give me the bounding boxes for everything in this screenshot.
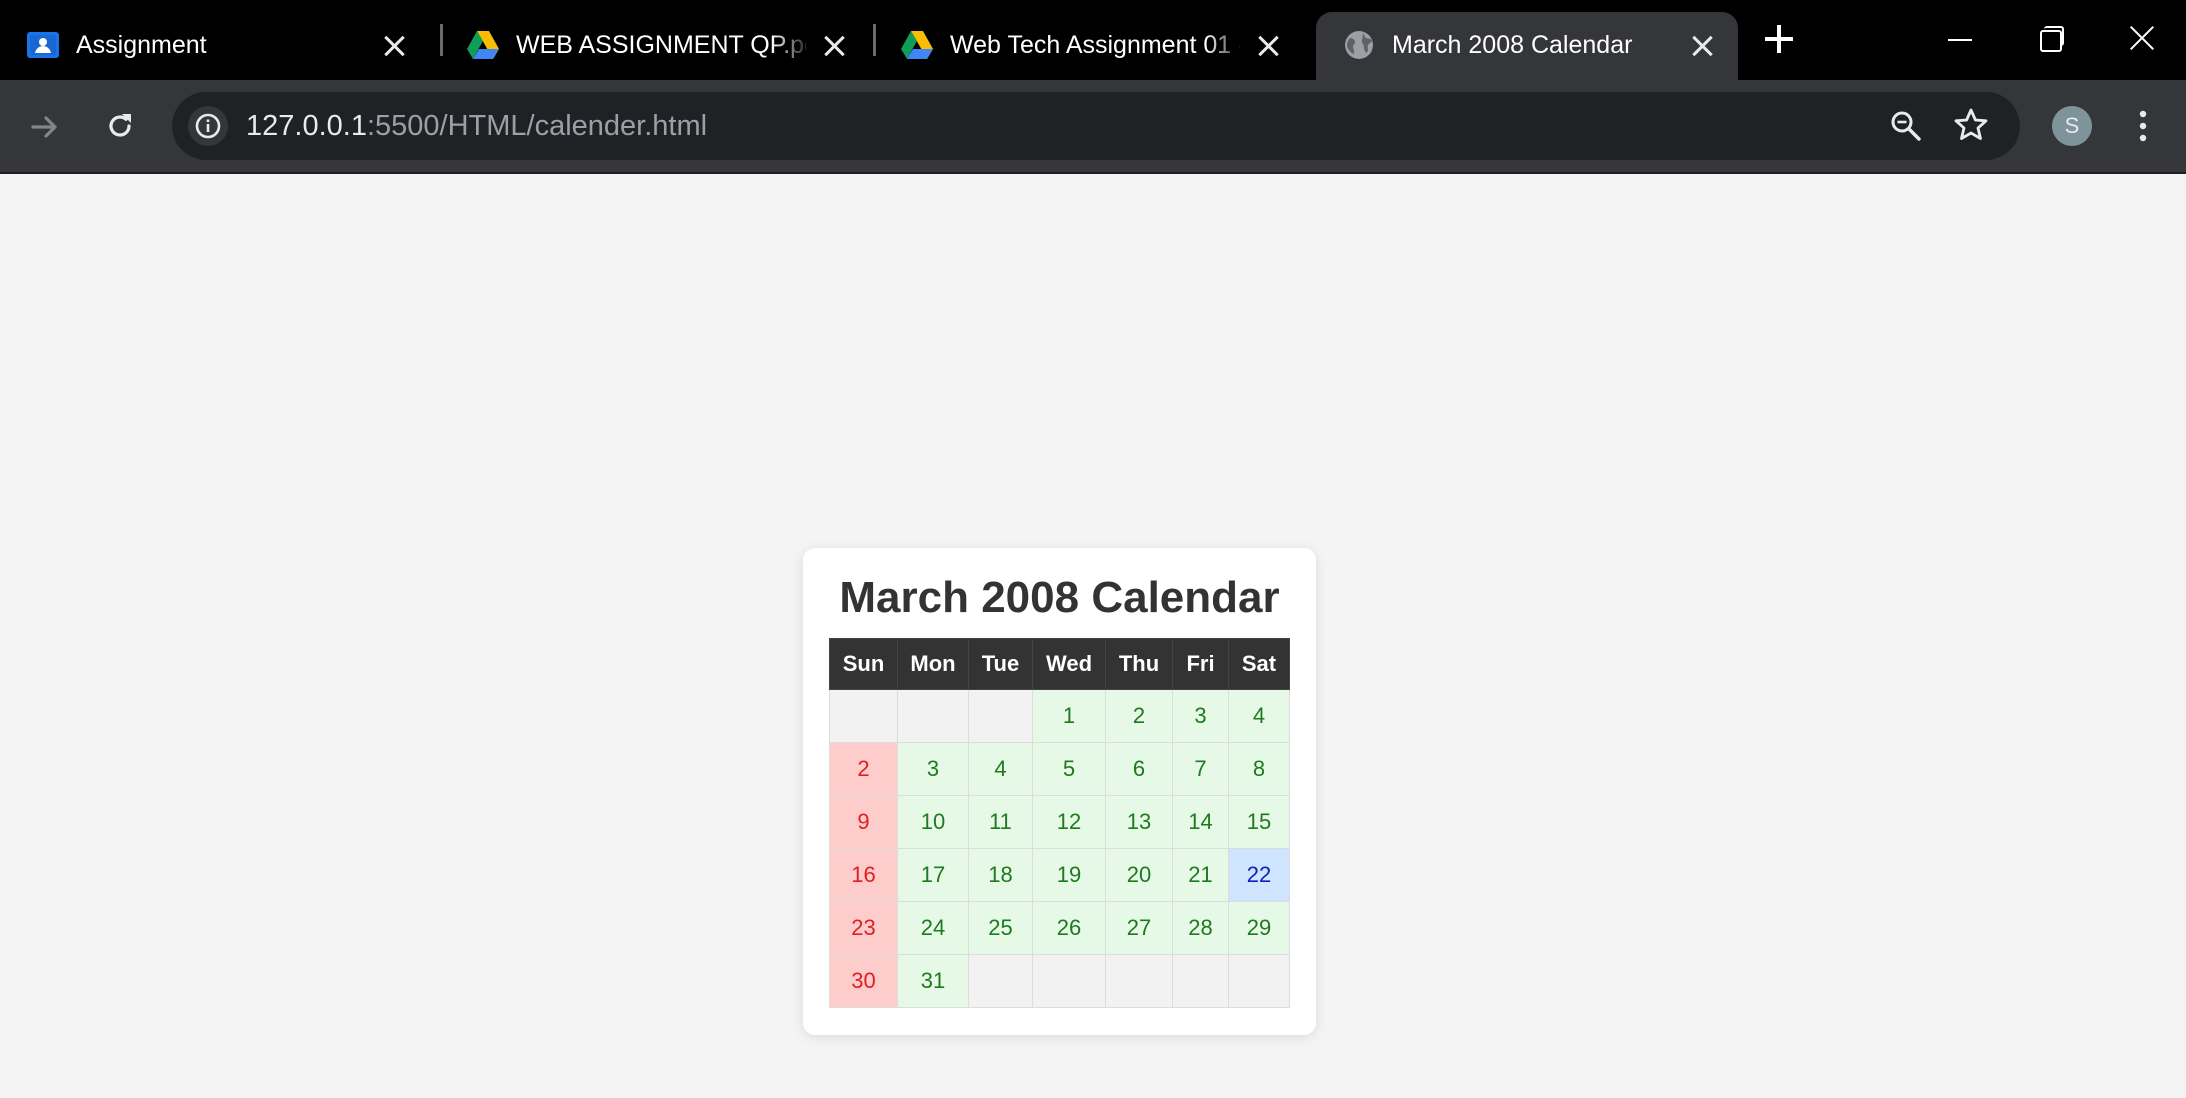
day-cell: 25 <box>968 901 1033 955</box>
weekday-header: Fri <box>1172 638 1229 690</box>
calendar-table: Sun Mon Tue Wed Thu Fri Sat 123423456789… <box>829 638 1290 1008</box>
empty-day-cell <box>968 689 1033 743</box>
tab-title: Assignment <box>76 31 207 59</box>
weekday-header: Sat <box>1228 638 1290 690</box>
bookmark-star-icon[interactable] <box>1952 106 1990 149</box>
tab-title: WEB ASSIGNMENT QP.pdf - Google Drive <box>516 31 806 59</box>
new-tab-icon[interactable] <box>1762 22 1796 56</box>
weekday-header-row: Sun Mon Tue Wed Thu Fri Sat <box>829 638 1290 690</box>
sunday-cell: 30 <box>829 954 898 1008</box>
calendar-week-row: 16 17 18 19 20 21 22 <box>829 848 1290 902</box>
day-cell: 19 <box>1032 848 1106 902</box>
tab-strip: Assignment WEB ASSIGNMENT QP.pdf - Googl… <box>0 0 2186 80</box>
tab-march-2008-calendar[interactable]: March 2008 Calendar <box>1316 12 1738 80</box>
empty-day-cell <box>1032 954 1106 1008</box>
minimize-icon[interactable] <box>1940 18 1980 58</box>
reload-icon[interactable] <box>102 108 138 149</box>
empty-day-cell <box>1105 954 1173 1008</box>
day-cell: 27 <box>1105 901 1173 955</box>
highlighted-day-cell: 22 <box>1228 848 1290 902</box>
calendar-week-row: 9 10 11 12 13 14 15 <box>829 795 1290 849</box>
day-cell: 29 <box>1228 901 1290 955</box>
tab-title: Web Tech Assignment 01 - Google Drive <box>950 31 1240 59</box>
day-cell: 7 <box>1172 742 1229 796</box>
day-cell: 18 <box>968 848 1033 902</box>
day-cell: 2 <box>1105 689 1173 743</box>
tab-close-icon[interactable] <box>1688 32 1716 60</box>
address-bar[interactable]: 127.0.0.1:5500/HTML/calender.html <box>172 92 2020 160</box>
day-cell: 26 <box>1032 901 1106 955</box>
tab-close-icon[interactable] <box>380 32 408 60</box>
weekday-header: Tue <box>968 638 1033 690</box>
day-cell: 6 <box>1105 742 1173 796</box>
tab-web-tech-assignment[interactable]: Web Tech Assignment 01 - Google Drive <box>874 12 1304 80</box>
day-cell: 17 <box>897 848 969 902</box>
calendar-week-row: 23 24 25 26 27 28 29 <box>829 901 1290 955</box>
day-cell: 28 <box>1172 901 1229 955</box>
calendar-body: 1 2 3 4 2 3 4 5 6 7 8 9 10 11 12 13 14 15 16 17 18 19 20 21 22 23… <box>829 689 1290 1008</box>
day-cell: 4 <box>1228 689 1290 743</box>
calendar-card: March 2008 Calendar Sun Mon Tue Wed Thu … <box>803 548 1316 1035</box>
url-host: 127.0.0.1 <box>246 110 367 142</box>
sunday-cell: 9 <box>829 795 898 849</box>
sunday-cell: 2 <box>829 742 898 796</box>
day-cell: 3 <box>897 742 969 796</box>
day-cell: 4 <box>968 742 1033 796</box>
day-cell: 13 <box>1105 795 1173 849</box>
day-cell: 10 <box>897 795 969 849</box>
empty-day-cell <box>897 689 969 743</box>
globe-icon <box>1342 28 1376 62</box>
sunday-cell: 16 <box>829 848 898 902</box>
tab-title-fade <box>772 20 812 70</box>
tab-assignment[interactable]: Assignment <box>0 12 430 80</box>
empty-day-cell <box>1228 954 1290 1008</box>
day-cell: 31 <box>897 954 969 1008</box>
weekday-header: Mon <box>897 638 969 690</box>
day-cell: 8 <box>1228 742 1290 796</box>
day-cell: 24 <box>897 901 969 955</box>
tab-title: March 2008 Calendar <box>1392 31 1633 59</box>
forward-arrow-icon[interactable] <box>28 110 62 149</box>
calendar-week-row: 30 31 <box>829 954 1290 1008</box>
sunday-cell: 23 <box>829 901 898 955</box>
restore-icon[interactable] <box>2030 18 2070 58</box>
weekday-header: Thu <box>1105 638 1173 690</box>
day-cell: 1 <box>1032 689 1106 743</box>
day-cell: 5 <box>1032 742 1106 796</box>
calendar-week-row: 1234 <box>829 689 1290 743</box>
google-drive-icon <box>900 28 934 62</box>
weekday-header: Sun <box>829 638 898 690</box>
empty-day-cell <box>1172 954 1229 1008</box>
window-close-icon[interactable] <box>2122 18 2162 58</box>
calendar-title: March 2008 Calendar <box>839 573 1280 622</box>
day-cell: 12 <box>1032 795 1106 849</box>
classroom-icon <box>26 28 60 62</box>
day-cell: 11 <box>968 795 1033 849</box>
menu-kebab-icon[interactable] <box>2128 108 2158 149</box>
weekday-header: Wed <box>1032 638 1106 690</box>
day-cell: 14 <box>1172 795 1229 849</box>
url-path: :5500/HTML/calender.html <box>366 110 708 142</box>
day-cell: 20 <box>1105 848 1173 902</box>
site-info-icon[interactable] <box>188 106 228 146</box>
calendar-week-row: 2345678 <box>829 742 1290 796</box>
tab-close-icon[interactable] <box>1254 32 1282 60</box>
tab-web-assignment-qp[interactable]: WEB ASSIGNMENT QP.pdf - Google Drive <box>440 12 870 80</box>
day-cell: 3 <box>1172 689 1229 743</box>
day-cell: 15 <box>1228 795 1290 849</box>
profile-avatar[interactable]: S <box>2052 106 2092 146</box>
browser-toolbar: 127.0.0.1:5500/HTML/calender.html S <box>0 80 2186 174</box>
tab-close-icon[interactable] <box>820 32 848 60</box>
tab-title-fade <box>1206 20 1246 70</box>
url-text[interactable]: 127.0.0.1:5500/HTML/calender.html <box>246 108 707 144</box>
google-drive-icon <box>466 28 500 62</box>
day-cell: 21 <box>1172 848 1229 902</box>
zoom-icon[interactable] <box>1888 108 1924 149</box>
empty-day-cell <box>829 689 898 743</box>
empty-day-cell <box>968 954 1033 1008</box>
